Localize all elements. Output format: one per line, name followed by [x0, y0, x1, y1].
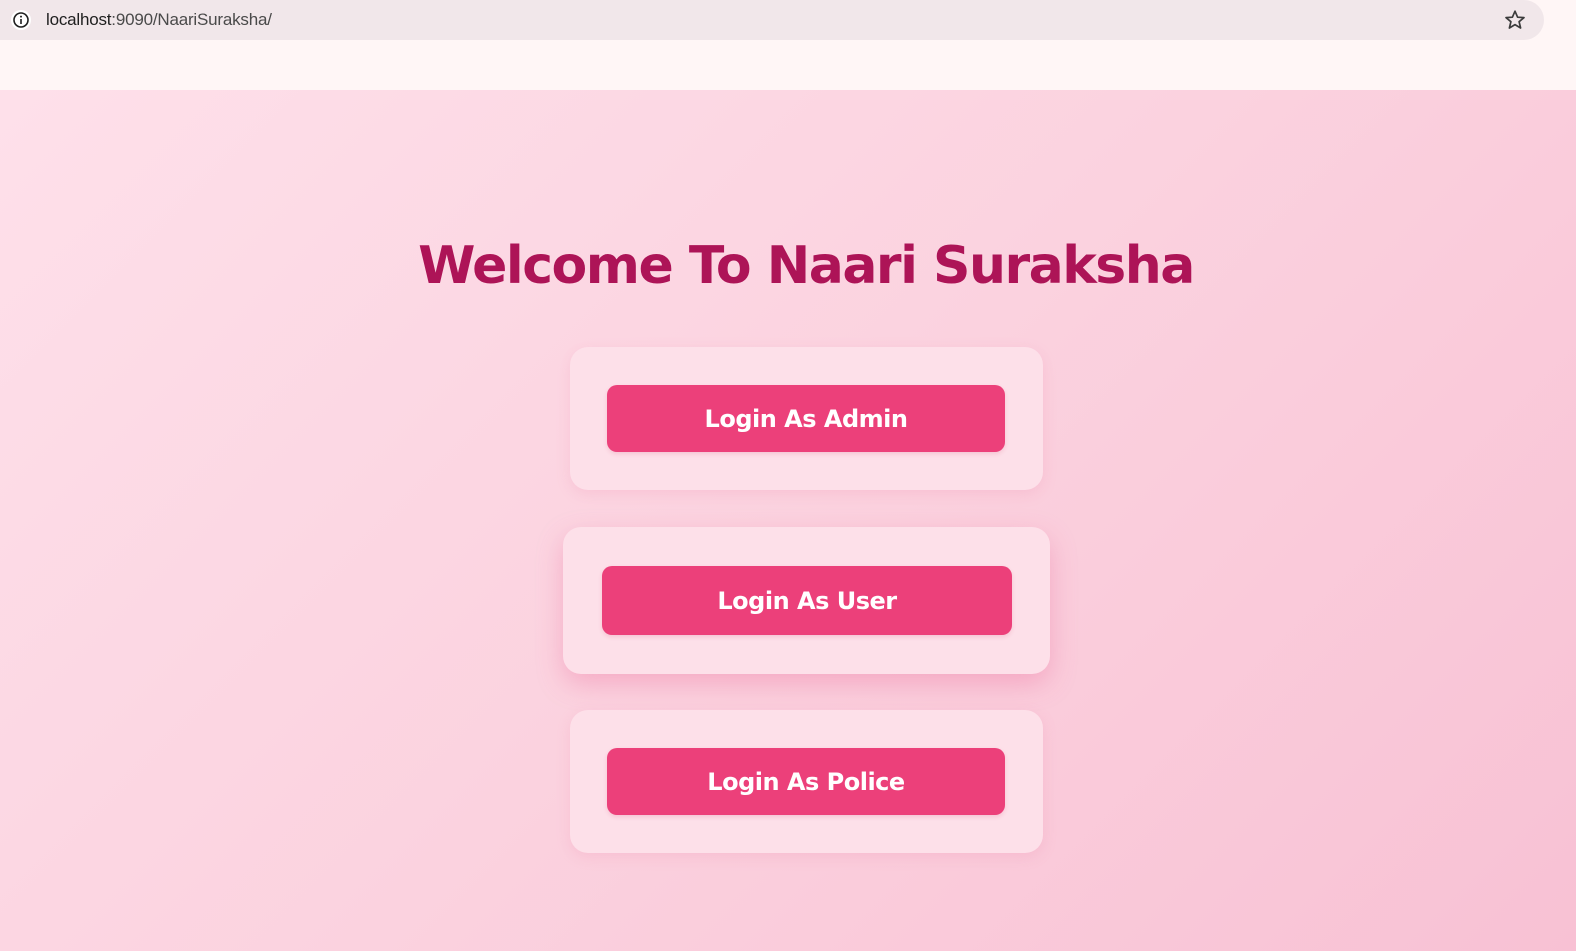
admin-login-card: Login As Admin — [570, 347, 1043, 490]
site-info-icon[interactable] — [10, 9, 32, 31]
user-login-card: Login As User — [563, 527, 1050, 674]
url-host: localhost — [46, 10, 112, 29]
login-user-button[interactable]: Login As User — [602, 566, 1012, 635]
login-police-button[interactable]: Login As Police — [607, 748, 1005, 815]
page-background: Welcome To Naari Suraksha Login As Admin… — [0, 90, 1576, 951]
bookmark-star-icon[interactable] — [1503, 8, 1527, 32]
address-bar[interactable]: localhost:9090/NaariSuraksha/ — [0, 0, 1544, 40]
url-text[interactable]: localhost:9090/NaariSuraksha/ — [46, 9, 272, 31]
url-path: :9090/NaariSuraksha/ — [111, 10, 272, 29]
login-admin-button[interactable]: Login As Admin — [607, 385, 1005, 452]
police-login-card: Login As Police — [570, 710, 1043, 853]
page-title: Welcome To Naari Suraksha — [418, 236, 1195, 296]
browser-toolbar: localhost:9090/NaariSuraksha/ — [0, 0, 1576, 91]
